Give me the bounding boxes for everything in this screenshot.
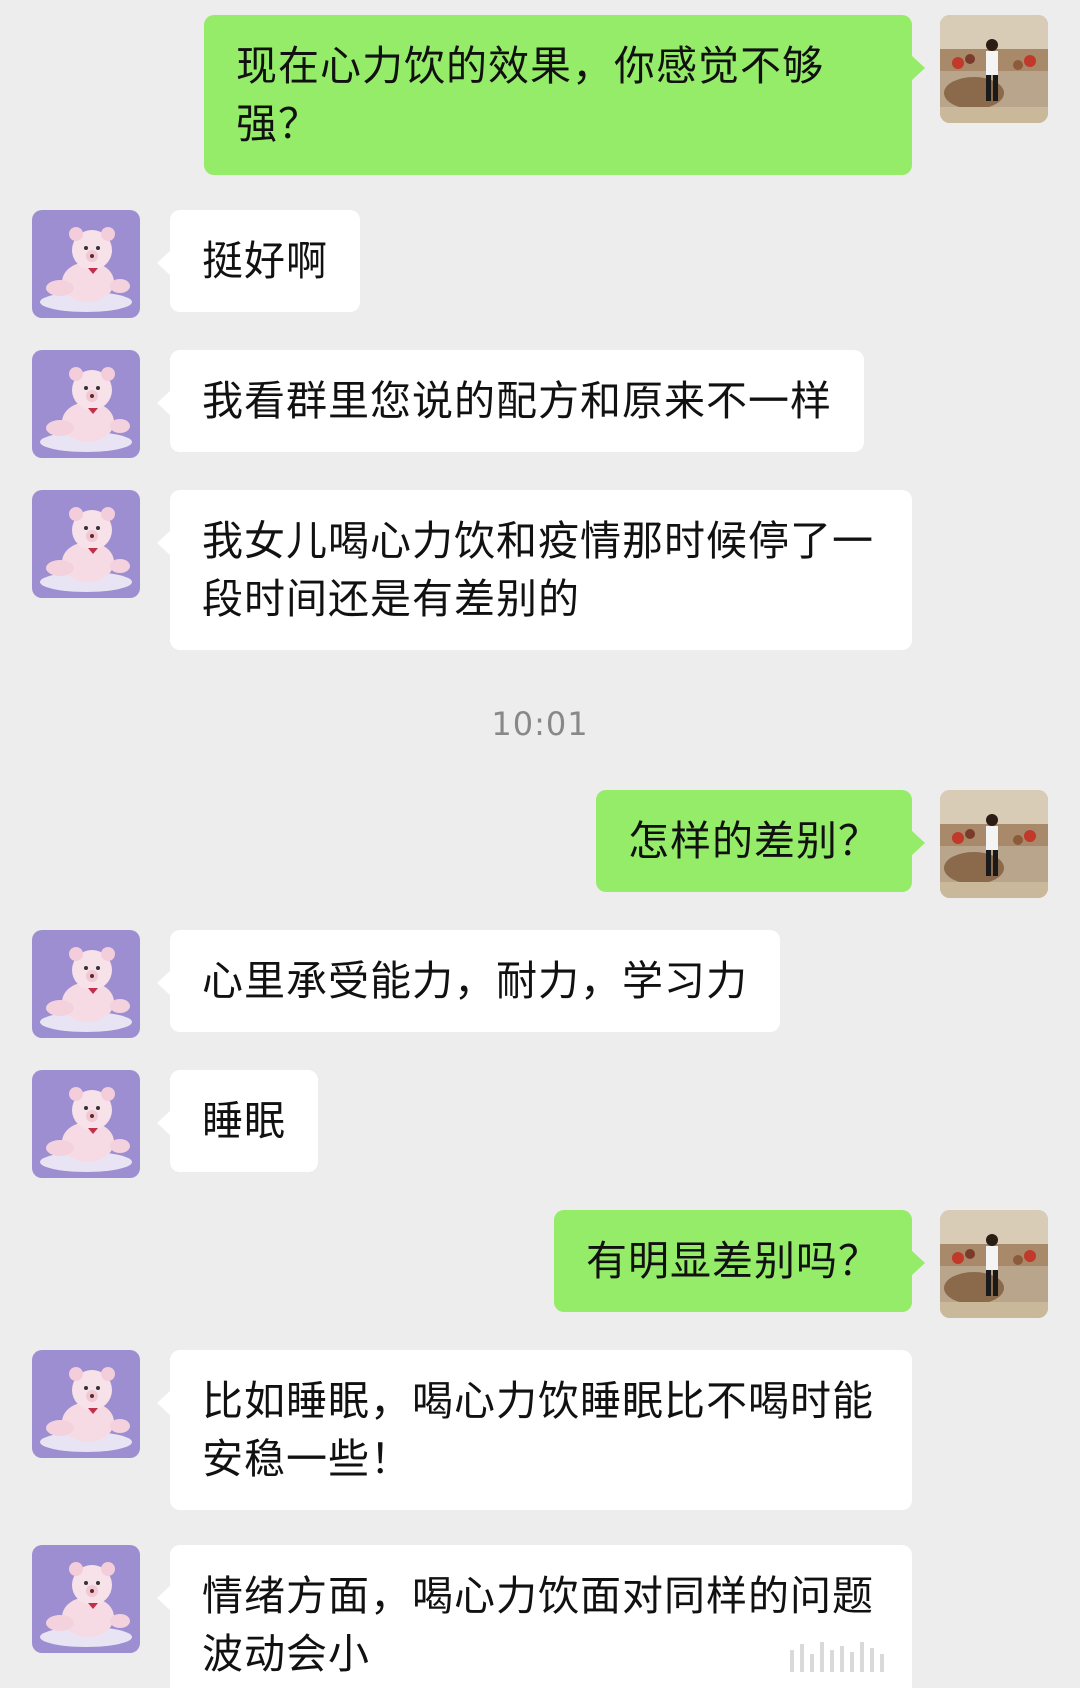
incoming-message-bubble[interactable]: 比如睡眠，喝心力饮睡眠比不喝时能安稳一些！ (157, 1350, 912, 1510)
teddy-bear-avatar[interactable] (32, 1350, 140, 1458)
teddy-bear-avatar[interactable] (32, 1545, 140, 1653)
message-text: 怎样的差别？ (628, 817, 880, 865)
incoming-message-bubble[interactable]: 我女儿喝心力饮和疫情那时候停了一段时间还是有差别的 (157, 490, 912, 650)
teddy-bear-avatar[interactable] (32, 350, 140, 458)
teddy-bear-avatar[interactable] (32, 930, 140, 1038)
message-timestamp: 10:01 (491, 705, 589, 743)
incoming-message-bubble[interactable]: 心里承受能力，耐力，学习力 (157, 930, 780, 1032)
outgoing-message-bubble[interactable]: 现在心力饮的效果，你感觉不够强？ (204, 15, 925, 175)
message-text: 比如睡眠，喝心力饮睡眠比不喝时能安稳一些！ (202, 1377, 874, 1483)
message-text: 我看群里您说的配方和原来不一样 (202, 377, 832, 425)
desert-photo-avatar[interactable] (940, 1210, 1048, 1318)
message-text: 睡眠 (202, 1097, 286, 1145)
message-text: 现在心力饮的效果，你感觉不够强？ (236, 42, 824, 148)
teddy-bear-avatar[interactable] (32, 1070, 140, 1178)
desert-photo-avatar[interactable] (940, 15, 1048, 123)
incoming-message-bubble[interactable]: 挺好啊 (157, 210, 360, 312)
message-text: 我女儿喝心力饮和疫情那时候停了一段时间还是有差别的 (202, 517, 874, 623)
incoming-message-bubble[interactable]: 睡眠 (157, 1070, 318, 1172)
watermark-decoration (790, 1636, 1060, 1676)
message-text: 情绪方面，喝心力饮面对同样的问题波动会小 (202, 1572, 874, 1678)
teddy-bear-avatar[interactable] (32, 210, 140, 318)
message-text: 心里承受能力，耐力，学习力 (202, 957, 748, 1005)
teddy-bear-avatar[interactable] (32, 490, 140, 598)
message-text: 挺好啊 (202, 237, 328, 285)
outgoing-message-bubble[interactable]: 怎样的差别？ (596, 790, 925, 892)
outgoing-message-bubble[interactable]: 有明显差别吗？ (554, 1210, 925, 1312)
desert-photo-avatar[interactable] (940, 790, 1048, 898)
incoming-message-bubble[interactable]: 我看群里您说的配方和原来不一样 (157, 350, 864, 452)
message-text: 有明显差别吗？ (586, 1237, 880, 1285)
